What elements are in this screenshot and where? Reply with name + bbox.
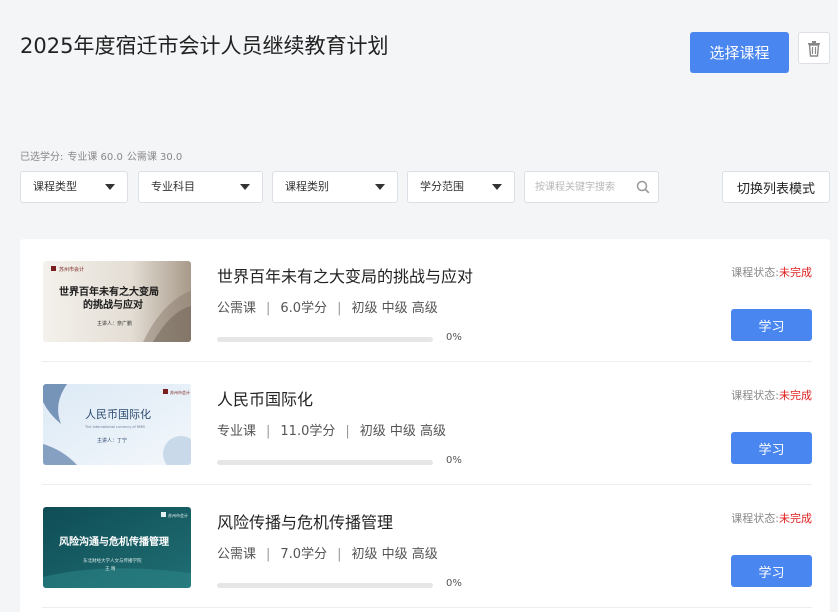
trash-icon bbox=[808, 40, 820, 57]
credits-professional: 专业课 60.0 bbox=[67, 152, 123, 163]
thumb-presenter: 王 晴 bbox=[105, 565, 116, 572]
separator: | bbox=[266, 547, 271, 562]
thumb-line2: 东北财经大学人文与传播学院 bbox=[83, 557, 142, 564]
search-box bbox=[524, 171, 659, 203]
subject-dropdown[interactable]: 专业科目 bbox=[138, 171, 263, 203]
status-value: 未完成 bbox=[779, 512, 812, 525]
course-title[interactable]: 风险传播与危机传播管理 bbox=[217, 509, 393, 533]
course-meta: 公需课 | 7.0学分 | 初级 中级 高级 bbox=[217, 543, 438, 562]
course-status: 课程状态:未完成 bbox=[731, 510, 812, 526]
course-item: 苏州市会计 风险沟通与危机传播管理 东北财经大学人文与传播学院 王 晴 风险传播… bbox=[42, 485, 812, 608]
course-levels: 初级 中级 高级 bbox=[359, 424, 447, 439]
caret-down-icon bbox=[492, 184, 502, 190]
thumb-logo: 苏州市会计 bbox=[170, 389, 190, 395]
separator: | bbox=[337, 301, 342, 316]
thumb-line2: 的挑战与应对 bbox=[83, 298, 143, 311]
thumb-line1: 世界百年未有之大变局 bbox=[59, 285, 159, 298]
course-item: 苏州市会计 世界百年未有之大变局 的挑战与应对 主讲人：奈广鹏 世界百年未有之大… bbox=[42, 239, 812, 362]
page-title: 2025年度宿迁市会计人员继续教育计划 bbox=[20, 34, 389, 58]
separator: | bbox=[345, 424, 350, 439]
study-button[interactable]: 学习 bbox=[731, 555, 812, 587]
selected-credits: 已选学分: 专业课 60.0 公需课 30.0 bbox=[20, 148, 186, 163]
thumb-presenter: 主讲人：丁宁 bbox=[97, 437, 127, 444]
progress-bar bbox=[217, 583, 433, 588]
course-thumbnail[interactable]: 苏州市会计 人民币国际化 The international currency … bbox=[43, 384, 191, 465]
course-type: 公需课 bbox=[217, 301, 257, 316]
progress-bar bbox=[217, 460, 433, 465]
study-button[interactable]: 学习 bbox=[731, 432, 812, 464]
category-dropdown[interactable]: 课程类别 bbox=[272, 171, 398, 203]
progress-label: 0% bbox=[446, 455, 462, 466]
status-value: 未完成 bbox=[779, 389, 812, 402]
status-label: 课程状态: bbox=[731, 512, 779, 525]
credits-public: 公需课 30.0 bbox=[126, 152, 183, 163]
course-levels: 初级 中级 高级 bbox=[351, 301, 438, 316]
course-status: 课程状态:未完成 bbox=[731, 264, 812, 280]
select-course-button[interactable]: 选择课程 bbox=[690, 32, 789, 73]
separator: | bbox=[337, 547, 342, 562]
course-type-label: 课程类型 bbox=[33, 180, 77, 193]
course-thumbnail[interactable]: 苏州市会计 世界百年未有之大变局 的挑战与应对 主讲人：奈广鹏 bbox=[43, 261, 191, 342]
course-title[interactable]: 人民币国际化 bbox=[217, 386, 313, 410]
status-label: 课程状态: bbox=[731, 266, 779, 279]
search-input[interactable] bbox=[525, 172, 630, 202]
thumb-line1: 风险沟通与危机传播管理 bbox=[59, 535, 169, 548]
course-status: 课程状态:未完成 bbox=[731, 387, 812, 403]
thumb-logo: 苏州市会计 bbox=[168, 512, 188, 518]
course-type: 专业课 bbox=[217, 424, 257, 439]
caret-down-icon bbox=[105, 184, 115, 190]
status-value: 未完成 bbox=[779, 266, 812, 279]
course-title[interactable]: 世界百年未有之大变局的挑战与应对 bbox=[217, 263, 473, 287]
study-button[interactable]: 学习 bbox=[731, 309, 812, 341]
logo-icon bbox=[51, 266, 56, 271]
separator: | bbox=[266, 424, 271, 439]
course-meta: 公需课 | 6.0学分 | 初级 中级 高级 bbox=[217, 297, 438, 316]
status-label: 课程状态: bbox=[731, 389, 779, 402]
course-credits: 6.0学分 bbox=[280, 301, 328, 316]
credit-range-dropdown[interactable]: 学分范围 bbox=[407, 171, 515, 203]
separator: | bbox=[266, 301, 271, 316]
thumb-presenter: 主讲人：奈广鹏 bbox=[97, 320, 132, 327]
thumb-line2: The international currency of RMB bbox=[84, 425, 145, 429]
search-icon[interactable] bbox=[636, 180, 650, 194]
category-label: 课程类别 bbox=[285, 180, 329, 193]
toggle-list-mode-button[interactable]: 切换列表模式 bbox=[722, 171, 830, 203]
course-meta: 专业课 | 11.0学分 | 初级 中级 高级 bbox=[217, 420, 446, 439]
course-credits: 7.0学分 bbox=[280, 547, 328, 562]
course-levels: 初级 中级 高级 bbox=[351, 547, 438, 562]
caret-down-icon bbox=[240, 184, 250, 190]
progress-label: 0% bbox=[446, 578, 462, 589]
credits-label: 已选学分: bbox=[20, 152, 64, 163]
progress-bar bbox=[217, 337, 433, 342]
credit-range-label: 学分范围 bbox=[420, 180, 464, 193]
course-item: 苏州市会计 人民币国际化 The international currency … bbox=[42, 362, 812, 485]
thumb-logo: 苏州市会计 bbox=[59, 266, 84, 273]
logo-icon bbox=[163, 389, 168, 394]
subject-label: 专业科目 bbox=[151, 180, 195, 193]
delete-button[interactable] bbox=[798, 32, 830, 64]
logo-icon bbox=[161, 512, 166, 517]
course-type-dropdown[interactable]: 课程类型 bbox=[20, 171, 128, 203]
caret-down-icon bbox=[375, 184, 385, 190]
course-credits: 11.0学分 bbox=[280, 424, 336, 439]
thumb-line1: 人民币国际化 bbox=[85, 407, 151, 421]
course-list: 苏州市会计 世界百年未有之大变局 的挑战与应对 主讲人：奈广鹏 世界百年未有之大… bbox=[20, 239, 830, 612]
course-thumbnail[interactable]: 苏州市会计 风险沟通与危机传播管理 东北财经大学人文与传播学院 王 晴 bbox=[43, 507, 191, 588]
progress-label: 0% bbox=[446, 332, 462, 343]
course-type: 公需课 bbox=[217, 547, 257, 562]
